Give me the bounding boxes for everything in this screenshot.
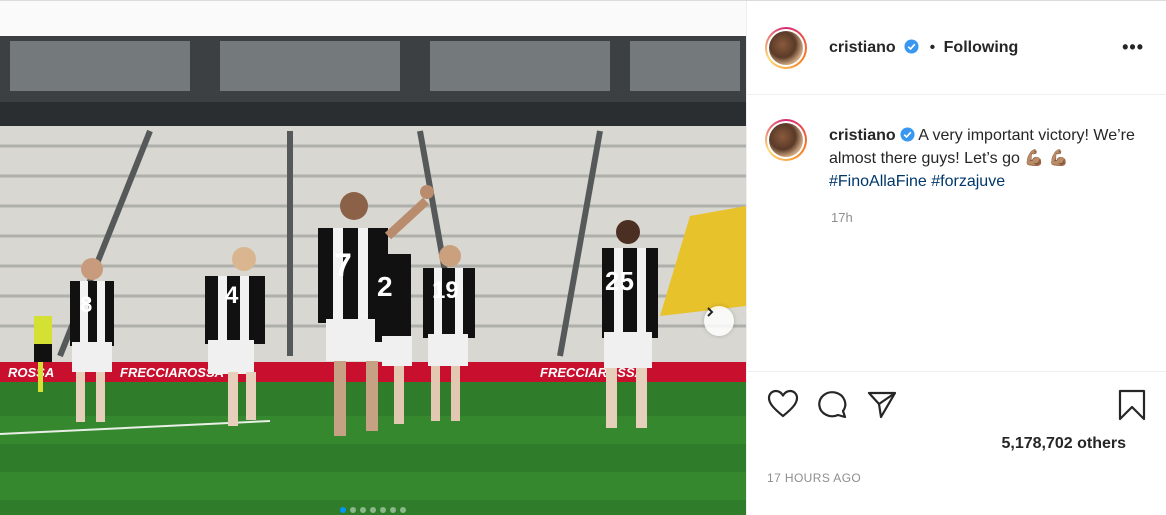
instagram-post: FRECCIAROSSA FRECCIAROSSA ROSSA 8 4 7 2 …: [0, 0, 1166, 515]
post-photo[interactable]: FRECCIAROSSA FRECCIAROSSA ROSSA 8 4 7 2 …: [0, 36, 746, 515]
carousel-dot: [350, 507, 356, 513]
svg-text:8: 8: [80, 292, 92, 317]
stadium-scene: FRECCIAROSSA FRECCIAROSSA ROSSA 8 4 7 2 …: [0, 36, 746, 515]
more-options-icon[interactable]: •••: [1122, 37, 1144, 58]
carousel-dot: [390, 507, 396, 513]
caption-username[interactable]: cristiano: [829, 127, 896, 144]
flexed-biceps-emoji: 💪🏽: [1048, 150, 1069, 167]
caption-avatar[interactable]: [765, 119, 807, 161]
post-timestamp[interactable]: 17 HOURS AGO: [767, 471, 861, 485]
svg-text:2: 2: [377, 271, 393, 302]
carousel-dot: [340, 507, 346, 513]
carousel-dot: [380, 507, 386, 513]
likes-count[interactable]: 5,178,702 others: [1001, 435, 1126, 453]
svg-text:ROSSA: ROSSA: [8, 365, 54, 380]
svg-text:19: 19: [432, 277, 459, 304]
post-actions: 5,178,702 others 17 HOURS AGO: [747, 371, 1166, 515]
comment-icon[interactable]: [816, 389, 848, 419]
svg-text:4: 4: [225, 282, 239, 309]
verified-badge-icon: [904, 39, 919, 54]
carousel-dot: [400, 507, 406, 513]
flexed-biceps-emoji: 💪🏽: [1024, 150, 1045, 167]
carousel-next-button[interactable]: [704, 306, 734, 336]
post-caption: cristiano A very important victory! We’r…: [829, 124, 1139, 193]
heart-icon[interactable]: [767, 389, 799, 419]
author-username[interactable]: cristiano: [829, 39, 896, 56]
svg-text:25: 25: [605, 266, 634, 296]
author-avatar[interactable]: [765, 27, 807, 69]
carousel-dot: [370, 507, 376, 513]
hashtag-link[interactable]: #forzajuve: [931, 173, 1005, 190]
carousel-dot: [360, 507, 366, 513]
caption-time: 17h: [831, 210, 853, 225]
bookmark-icon[interactable]: [1117, 389, 1147, 421]
post-media: FRECCIAROSSA FRECCIAROSSA ROSSA 8 4 7 2 …: [0, 1, 746, 515]
post-header: cristiano • Following •••: [747, 1, 1166, 95]
separator-dot: •: [929, 39, 936, 56]
post-side-panel: cristiano • Following ••• cristiano A ve…: [746, 1, 1166, 515]
share-icon[interactable]: [866, 389, 898, 419]
following-button[interactable]: Following: [944, 39, 1019, 56]
verified-badge-icon: [900, 127, 915, 142]
chevron-right-icon: [707, 307, 714, 317]
svg-text:7: 7: [334, 247, 352, 283]
hashtag-link[interactable]: #FinoAllaFine: [829, 173, 927, 190]
author-line: cristiano • Following: [829, 39, 1018, 57]
